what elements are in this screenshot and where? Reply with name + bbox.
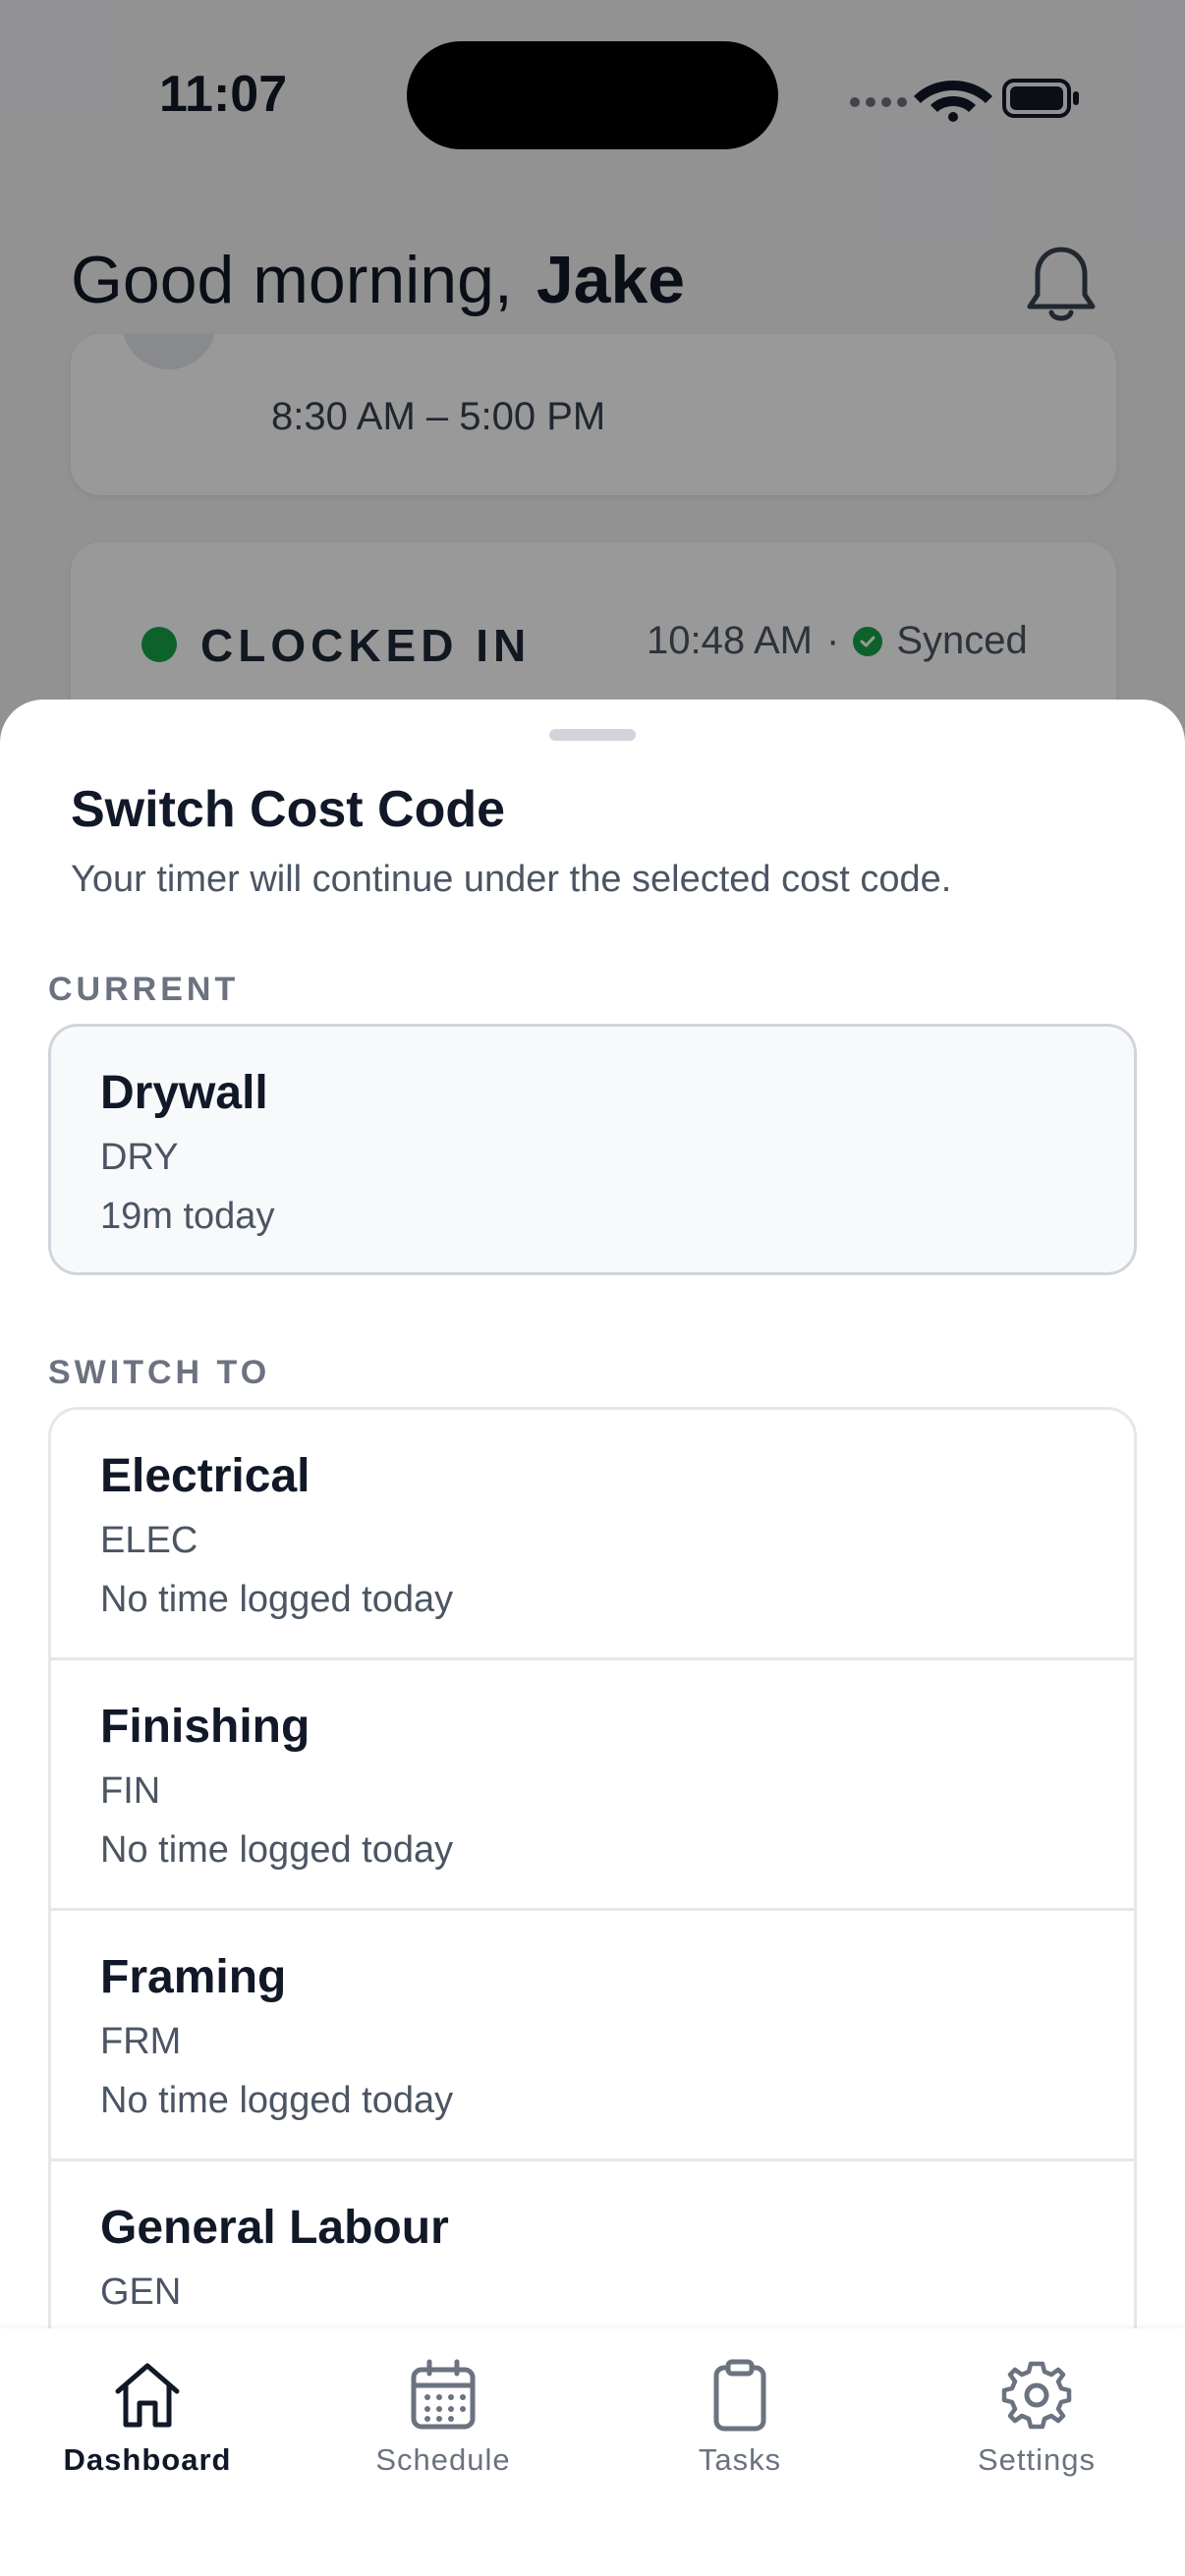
switch-section-label: SWITCH TO [48, 1354, 271, 1391]
calendar-icon [411, 2359, 476, 2430]
house-icon [115, 2363, 180, 2428]
cost-code-option-finishing[interactable]: Finishing FIN No time logged today [51, 1660, 1134, 1911]
cost-code-time: 19m today [100, 1196, 275, 1237]
sheet-subtitle: Your timer will continue under the selec… [71, 859, 952, 900]
current-cost-code-card: Drywall DRY 19m today [48, 1024, 1137, 1275]
cost-code-id: FIN [100, 1770, 161, 1812]
cost-code-name: Electrical [100, 1450, 310, 1502]
cost-code-time: No time logged today [100, 2080, 454, 2121]
gear-icon [1001, 2361, 1072, 2430]
tab-bar: Dashboard Schedule Tasks Settings [0, 2328, 1185, 2576]
switch-cost-code-sheet: Switch Cost Code Your timer will continu… [0, 700, 1185, 2576]
sheet-title: Switch Cost Code [71, 781, 506, 838]
tab-schedule[interactable]: Schedule [325, 2358, 561, 2505]
cost-code-name: Finishing [100, 1701, 310, 1753]
tab-label: Tasks [698, 2442, 782, 2477]
tab-settings[interactable]: Settings [919, 2358, 1155, 2505]
cost-code-option-framing[interactable]: Framing FRM No time logged today [51, 1911, 1134, 2161]
cost-code-name: Drywall [100, 1067, 268, 1119]
cost-code-id: FRM [100, 2021, 182, 2062]
cost-code-name: General Labour [100, 2202, 449, 2254]
tab-label: Settings [977, 2442, 1096, 2477]
tab-dashboard[interactable]: Dashboard [29, 2358, 265, 2505]
tab-tasks[interactable]: Tasks [622, 2358, 858, 2505]
current-section-label: CURRENT [48, 971, 240, 1008]
cost-code-id: ELEC [100, 1520, 198, 1561]
cost-code-time: No time logged today [100, 1579, 454, 1620]
tab-label: Dashboard [63, 2442, 232, 2477]
cost-code-id: DRY [100, 1137, 179, 1178]
cost-code-id: GEN [100, 2271, 182, 2313]
clipboard-icon [713, 2359, 766, 2432]
sheet-grabber[interactable] [549, 729, 636, 741]
tab-label: Schedule [375, 2442, 511, 2477]
cost-code-time: No time logged today [100, 1829, 454, 1871]
cost-code-option-electrical[interactable]: Electrical ELEC No time logged today [51, 1410, 1134, 1660]
cost-code-name: Framing [100, 1951, 287, 2003]
